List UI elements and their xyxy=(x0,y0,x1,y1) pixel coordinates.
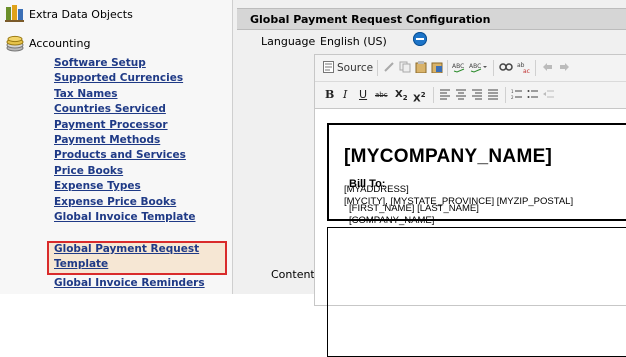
spellcheck-dropdown-icon[interactable]: ABC xyxy=(469,61,487,75)
superscript-icon[interactable]: X2 xyxy=(413,88,426,104)
svg-text:ac: ac xyxy=(523,68,530,73)
source-button[interactable]: Source xyxy=(337,61,373,75)
cut-icon[interactable] xyxy=(383,61,395,75)
decrease-indent-icon[interactable] xyxy=(543,88,555,102)
language-label: Language xyxy=(261,35,316,48)
italic-icon[interactable]: I xyxy=(343,88,347,102)
sidebar-group-label: Extra Data Objects xyxy=(29,7,133,21)
redo-icon[interactable] xyxy=(559,61,571,75)
bold-icon[interactable]: B xyxy=(325,88,334,102)
name-line: [FIRST_NAME] [LAST_NAME] xyxy=(349,203,479,214)
sidebar-link-supported-currencies[interactable]: Supported Currencies xyxy=(54,71,196,86)
find-icon[interactable] xyxy=(499,61,513,75)
main-panel: Global Payment Request Configuration Lan… xyxy=(233,0,626,357)
paste-word-icon[interactable] xyxy=(431,61,443,75)
page-title: Global Payment Request Configuration xyxy=(237,8,626,30)
toolbar-separator xyxy=(377,60,378,76)
sidebar-link-global-invoice-template[interactable]: Global Invoice Template xyxy=(54,210,196,225)
underline-icon[interactable]: U xyxy=(359,88,367,102)
sidebar-link-payment-methods[interactable]: Payment Methods xyxy=(54,133,196,148)
source-icon[interactable] xyxy=(323,61,334,75)
toolbar-separator xyxy=(505,87,506,103)
toolbar-separator xyxy=(535,60,536,76)
sidebar-link-global-invoice-reminders[interactable]: Global Invoice Reminders xyxy=(54,276,205,291)
svg-text:1: 1 xyxy=(511,89,514,94)
paste-icon[interactable] xyxy=(415,61,427,75)
align-left-icon[interactable] xyxy=(439,88,451,102)
sidebar-link-global-payment-request-template[interactable]: Global Payment Request Template xyxy=(54,242,199,273)
sidebar: Extra Data Objects Accounting Software S… xyxy=(0,0,233,294)
numbered-list-icon[interactable]: 12 xyxy=(511,88,523,102)
company-line: [COMPANY_NAME] xyxy=(349,215,435,226)
bill-to-heading: Bill To: xyxy=(349,178,386,190)
sidebar-group-label: Accounting xyxy=(29,36,91,50)
undo-icon[interactable] xyxy=(541,61,553,75)
sidebar-link-list: Software Setup Supported Currencies Tax … xyxy=(54,56,196,225)
extra-data-objects-icon xyxy=(5,5,25,23)
company-name-placeholder: [MYCOMPANY_NAME] xyxy=(344,146,553,167)
copy-icon[interactable] xyxy=(399,61,411,75)
align-right-icon[interactable] xyxy=(471,88,483,102)
spellcheck-icon[interactable]: ABC xyxy=(452,61,466,75)
sidebar-link-tax-names[interactable]: Tax Names xyxy=(54,87,196,102)
bill-to-box xyxy=(327,227,626,357)
sidebar-link-products-and-services[interactable]: Products and Services xyxy=(54,148,196,163)
editor-toolbar-row-2: B I U abc X2 X2 12 xyxy=(315,82,626,109)
sidebar-link-payment-processor[interactable]: Payment Processor xyxy=(54,118,196,133)
editor-toolbar-row-1: Source ABC ABC ab ac xyxy=(315,55,626,82)
align-center-icon[interactable] xyxy=(455,88,467,102)
justify-icon[interactable] xyxy=(487,88,499,102)
selected-link-line-1: Global Payment Request xyxy=(54,243,200,255)
toolbar-separator xyxy=(447,60,448,76)
sidebar-link-countries-serviced[interactable]: Countries Serviced xyxy=(54,102,196,117)
svg-text:ABC: ABC xyxy=(452,63,464,70)
sidebar-link-expense-price-books[interactable]: Expense Price Books xyxy=(54,195,196,210)
replace-icon[interactable]: ab ac xyxy=(517,61,531,75)
sidebar-group-accounting[interactable]: Accounting xyxy=(0,33,90,53)
bulleted-list-icon[interactable] xyxy=(527,88,539,102)
strikethrough-icon[interactable]: abc xyxy=(375,88,388,102)
toolbar-separator xyxy=(433,87,434,103)
subscript-icon[interactable]: X2 xyxy=(395,88,408,102)
sidebar-link-expense-types[interactable]: Expense Types xyxy=(54,179,196,194)
accounting-coins-icon xyxy=(5,34,25,52)
language-remove-icon[interactable] xyxy=(413,32,427,46)
sidebar-link-software-setup[interactable]: Software Setup xyxy=(54,56,196,71)
svg-text:2: 2 xyxy=(511,95,514,100)
selected-link-line-2: Template xyxy=(54,258,109,271)
bill-to-names: [FIRST_NAME] [LAST_NAME] [COMPANY_NAME] xyxy=(349,203,479,227)
toolbar-separator xyxy=(493,60,494,76)
language-select[interactable]: English (US) xyxy=(320,35,387,48)
sidebar-group-extra-data-objects[interactable]: Extra Data Objects xyxy=(0,4,133,24)
sidebar-link-price-books[interactable]: Price Books xyxy=(54,164,196,179)
content-label: Content xyxy=(271,268,315,281)
svg-text:ABC: ABC xyxy=(469,63,481,70)
